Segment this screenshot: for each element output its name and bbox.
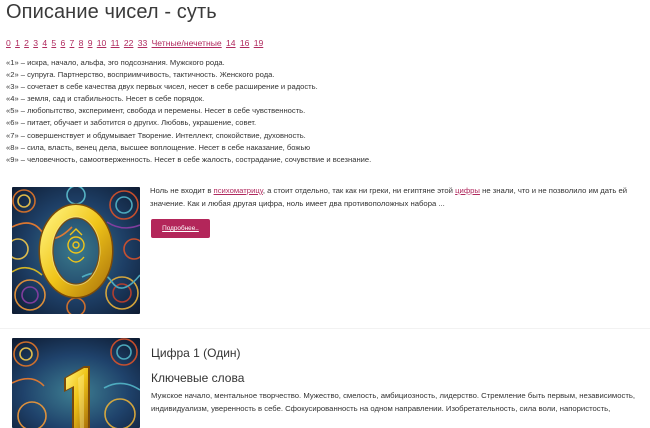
- divider: [0, 328, 650, 329]
- nav-link-even-odd[interactable]: Четные/нечетные: [152, 38, 222, 48]
- meaning-item: «9» – человечность, самоотверженность. Н…: [6, 154, 372, 164]
- nav-link-8[interactable]: 8: [79, 38, 84, 48]
- nav-link-19[interactable]: 19: [254, 38, 264, 48]
- nav-link-16[interactable]: 16: [240, 38, 250, 48]
- nav-link-6[interactable]: 6: [60, 38, 65, 48]
- meaning-item: «5» – любопытство, эксперимент, свобода …: [6, 106, 306, 116]
- number-meanings-list: «1» – искра, начало, альфа, эго подсозна…: [6, 57, 371, 166]
- digit-zero-image[interactable]: [12, 187, 140, 314]
- nav-link-2[interactable]: 2: [24, 38, 29, 48]
- read-more-button[interactable]: Подробнее..: [151, 219, 210, 238]
- keywords-heading: Ключевые слова: [151, 371, 245, 385]
- digit-zero-excerpt: Ноль не входит в психоматрицу, а стоит о…: [150, 184, 640, 210]
- meaning-item: «3» – сочетает в себе качества двух перв…: [6, 82, 318, 92]
- psychomatrix-link[interactable]: психоматрицу: [214, 186, 263, 195]
- nav-link-14[interactable]: 14: [226, 38, 236, 48]
- nav-link-11[interactable]: 11: [111, 38, 120, 48]
- nav-link-33[interactable]: 33: [138, 38, 148, 48]
- nav-link-7[interactable]: 7: [70, 38, 75, 48]
- nav-link-0[interactable]: 0: [6, 38, 11, 48]
- nav-link-9[interactable]: 9: [88, 38, 93, 48]
- nav-link-3[interactable]: 3: [33, 38, 38, 48]
- nav-link-5[interactable]: 5: [51, 38, 56, 48]
- meaning-item: «6» – питает, обучает и заботится о друг…: [6, 118, 257, 128]
- nav-link-22[interactable]: 22: [124, 38, 134, 48]
- digit-one-heading: Цифра 1 (Один): [151, 346, 241, 360]
- meaning-item: «1» – искра, начало, альфа, эго подсозна…: [6, 58, 225, 67]
- keywords-text: Мужское начало, ментальное творчество. М…: [151, 391, 636, 413]
- meaning-item: «2» – супруга. Партнерство, восприимчиво…: [6, 70, 275, 80]
- digit-one-image[interactable]: [12, 338, 140, 428]
- nav-link-10[interactable]: 10: [97, 38, 107, 48]
- nav-link-4[interactable]: 4: [42, 38, 47, 48]
- digits-link[interactable]: цифры: [455, 186, 480, 195]
- meaning-item: «8» – сила, власть, венец дела, высшее в…: [6, 142, 311, 152]
- excerpt-text: Ноль не входит в: [150, 186, 214, 195]
- meaning-item: «7» – совершенствует и обдумывает Творен…: [6, 130, 306, 140]
- excerpt-text: , а стоит отдельно, так как ни греки, ни…: [262, 186, 456, 195]
- nav-link-1[interactable]: 1: [15, 38, 20, 48]
- page-title: Описание чисел - суть: [6, 1, 217, 23]
- number-navigation: 0 1 2 3 4 5 6 7 8 9 10 11 22 33 Четные/нечетные 14 16 19: [6, 38, 268, 48]
- meaning-item: «4» – земля, сад и стабильность. Несет в…: [6, 94, 205, 104]
